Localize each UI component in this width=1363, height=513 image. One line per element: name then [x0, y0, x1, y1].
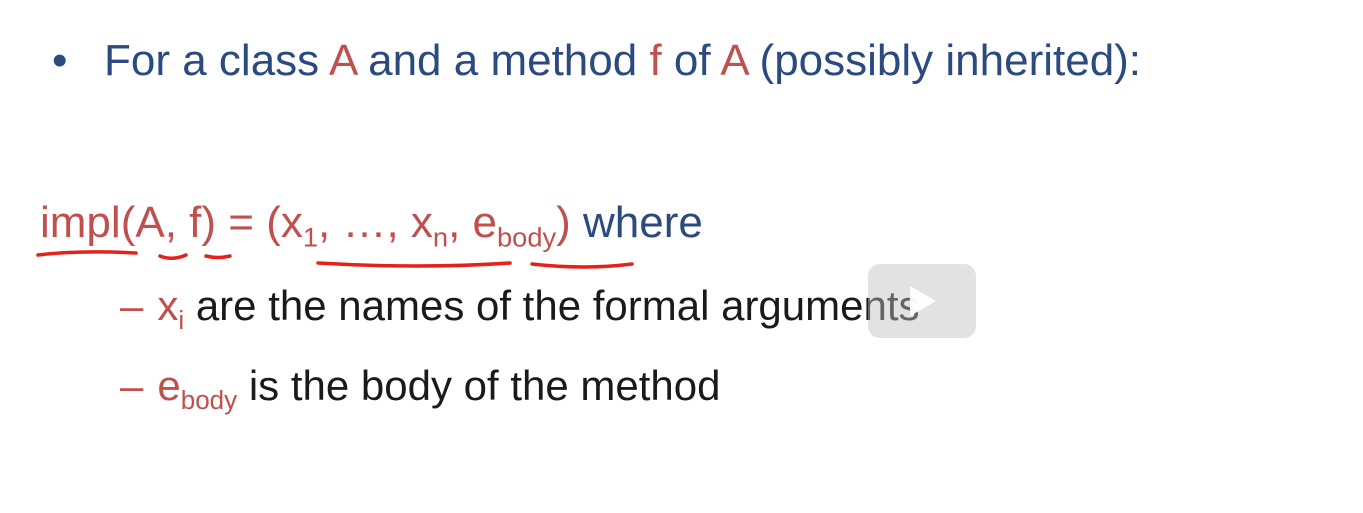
impl-definition: impl(A, f) = (x1, …, xn, ebody) where	[40, 198, 703, 251]
x-subscript-1: 1	[302, 221, 319, 253]
class-a: A	[328, 36, 356, 85]
x-subscript-n: n	[432, 221, 449, 253]
body-text: is the body of the method	[237, 362, 721, 409]
sub-bullet-dash: –	[120, 282, 144, 329]
bullet-marker: •	[52, 36, 68, 85]
impl-arg-f: f	[189, 198, 202, 247]
bullet-line: • For a class A and a method f of A (poss…	[52, 36, 1141, 86]
impl-arg-a: A	[135, 198, 165, 247]
impl-comma-e: , e	[448, 198, 498, 247]
impl-where: where	[570, 198, 703, 247]
underline-args	[316, 261, 512, 268]
impl-close-paren: )	[556, 198, 571, 247]
underline-f	[204, 254, 232, 260]
bullet-text-2: and a method	[355, 36, 650, 85]
sub-bullet-dash-2: –	[120, 362, 144, 409]
ebody-subscript: body	[180, 385, 238, 416]
underline-a	[158, 253, 188, 260]
play-button[interactable]	[868, 264, 976, 338]
xi-var: x	[157, 282, 179, 329]
impl-keyword: impl	[40, 198, 121, 247]
impl-equals-x: ) = (x	[201, 198, 303, 247]
class-a-2: A	[720, 36, 748, 85]
bullet-text-1: For a class	[104, 36, 329, 85]
impl-open-paren: (	[120, 198, 136, 247]
sub-bullet-body: – ebody is the body of the method	[120, 362, 721, 413]
bullet-text-3: of	[661, 36, 721, 85]
bullet-text-4: (possibly inherited):	[747, 36, 1142, 85]
impl-ellipsis-x: , …, x	[318, 198, 433, 247]
ebody-var: e	[157, 362, 181, 409]
impl-comma: ,	[164, 198, 190, 247]
play-icon	[910, 286, 936, 316]
slide: • For a class A and a method f of A (poss…	[0, 0, 1363, 513]
method-f: f	[649, 36, 662, 85]
e-subscript-body: body	[497, 221, 557, 253]
underline-ebody	[530, 262, 634, 269]
sub-bullet-args: – xi are the names of the formal argument…	[120, 282, 920, 333]
args-text: are the names of the formal arguments	[184, 282, 920, 329]
underline-impl	[36, 250, 138, 257]
